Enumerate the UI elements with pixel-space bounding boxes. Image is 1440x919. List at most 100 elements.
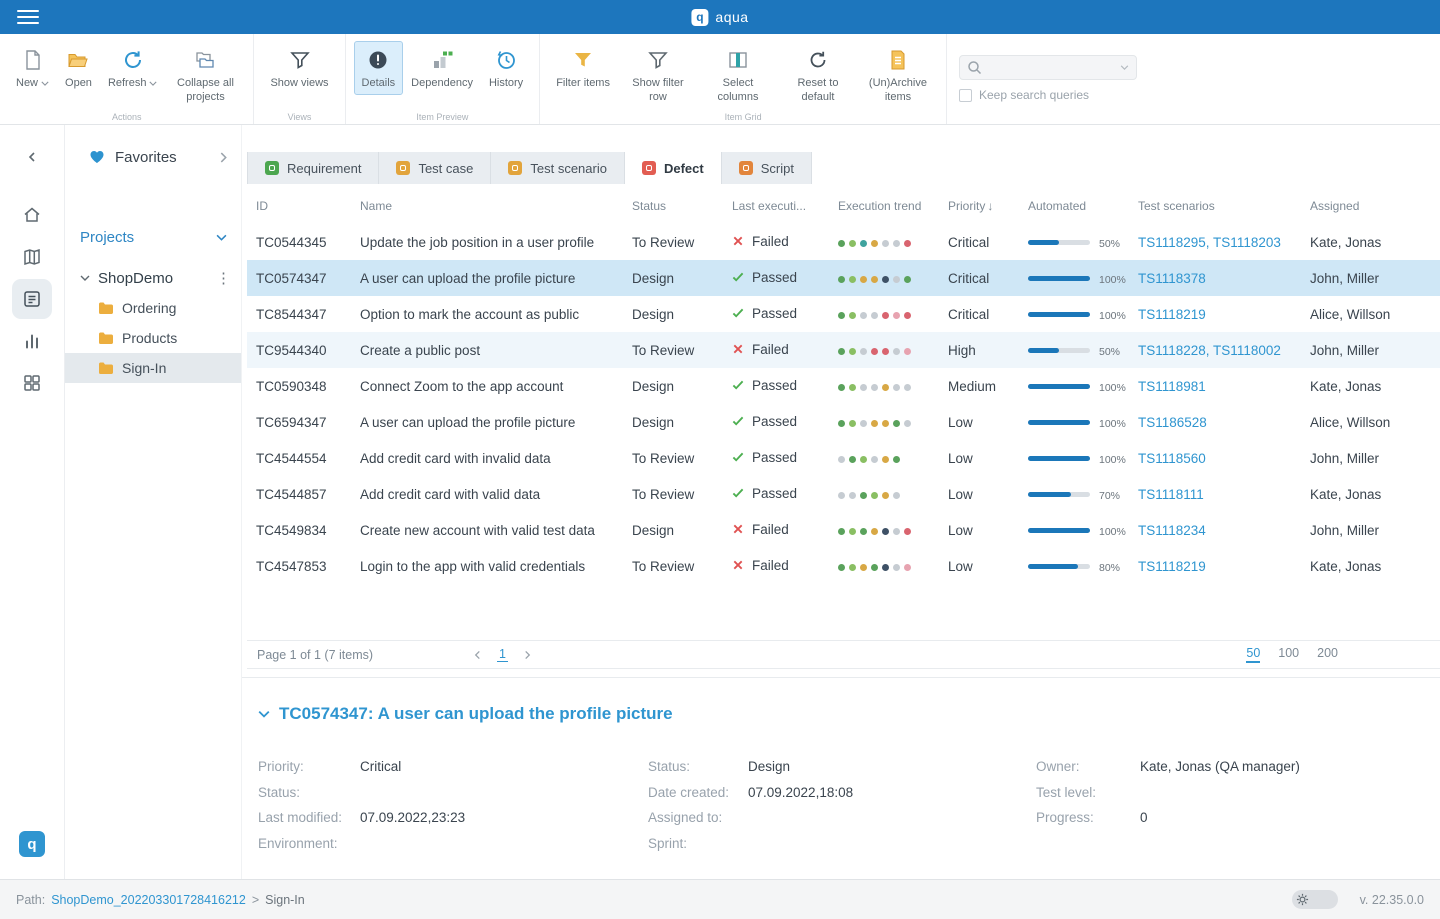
rail-item-modules[interactable]	[12, 363, 52, 403]
keep-search-queries-option[interactable]: Keep search queries	[959, 88, 1137, 102]
table-row[interactable]: TC0544345Update the job position in a us…	[247, 224, 1440, 260]
collapse-sidebar-button[interactable]	[26, 145, 38, 169]
aqua-logo-small-icon[interactable]: q	[19, 831, 45, 857]
next-page-icon[interactable]	[524, 650, 530, 659]
automation-progress-bar	[1028, 420, 1090, 425]
column-header-test-scenarios[interactable]: Test scenarios	[1129, 199, 1301, 213]
test-scenario-link[interactable]: TS1118219	[1138, 307, 1206, 322]
cell-status: Design	[623, 415, 723, 430]
column-header-assigned[interactable]: Assigned	[1301, 199, 1440, 213]
search-input[interactable]	[988, 61, 1114, 75]
kebab-menu-icon[interactable]: ⋮	[216, 271, 231, 286]
test-scenario-link[interactable]: TS1118111	[1138, 487, 1204, 502]
favorites-section[interactable]: Favorites	[65, 145, 241, 169]
table-row[interactable]: TC4549834Create new account with valid t…	[247, 512, 1440, 548]
brand: q aqua	[691, 0, 748, 34]
tree-node-products[interactable]: Products	[65, 323, 241, 353]
brand-name: aqua	[715, 9, 748, 25]
passed-check-icon	[732, 415, 744, 427]
rail-item-reports[interactable]	[12, 321, 52, 361]
cell-id: TC0544345	[247, 235, 351, 250]
select-columns-button[interactable]: Select columns	[698, 41, 778, 109]
rail-item-items[interactable]	[12, 279, 52, 319]
table-row[interactable]: TC8544347Option to mark the account as p…	[247, 296, 1440, 332]
tab-requirement[interactable]: Requirement	[247, 152, 379, 184]
test-scenario-link[interactable]: TS1118219	[1138, 559, 1206, 574]
column-header-priority[interactable]: Priority ↓	[939, 199, 1019, 213]
chevron-down-icon[interactable]	[216, 234, 227, 241]
group-label: Views	[254, 112, 344, 122]
reset-to-default-button[interactable]: Reset to default	[778, 41, 858, 109]
tree-node-sign-in[interactable]: Sign-In	[65, 353, 241, 383]
collapse-all-projects-button[interactable]: Collapse all projects	[165, 41, 245, 109]
column-header-last-execution[interactable]: Last executi...	[723, 199, 829, 213]
rail-item-map[interactable]	[12, 237, 52, 277]
table-row[interactable]: TC9544340Create a public postTo ReviewFa…	[247, 332, 1440, 368]
field-value: Kate, Jonas (QA manager)	[1140, 759, 1300, 774]
settings-toggle[interactable]	[1292, 890, 1338, 909]
cell-automated: 100%	[1019, 271, 1129, 286]
filter-items-button[interactable]: Filter items	[548, 41, 618, 95]
projects-header[interactable]: Projects	[65, 225, 241, 249]
chevron-right-icon[interactable]	[220, 152, 227, 163]
chevron-down-icon[interactable]	[80, 275, 90, 281]
details-button[interactable]: Details	[354, 41, 404, 95]
page-size-100[interactable]: 100	[1278, 646, 1299, 663]
tab-test-scenario[interactable]: Test scenario	[491, 152, 625, 184]
main-content: Requirement Test case Test scenario Defe…	[242, 125, 1440, 879]
test-scenario-link[interactable]: TS1118560	[1138, 451, 1206, 466]
test-scenario-link[interactable]: TS1118378	[1138, 271, 1206, 286]
test-scenario-link[interactable]: TS1186528	[1138, 415, 1207, 430]
cell-assigned: Kate, Jonas	[1301, 487, 1440, 502]
previous-page-icon[interactable]	[475, 650, 481, 659]
tree-node-shopdemo[interactable]: ShopDemo ⋮	[65, 263, 241, 293]
page-number[interactable]: 1	[497, 647, 508, 662]
detail-title-row[interactable]: TC0574347: A user can upload the profile…	[258, 704, 1440, 724]
page-size-200[interactable]: 200	[1317, 646, 1338, 663]
keep-search-queries-checkbox[interactable]	[959, 89, 972, 102]
column-header-status[interactable]: Status	[623, 199, 723, 213]
new-button[interactable]: New	[8, 41, 57, 95]
test-scenario-link[interactable]: TS1118295, TS1118203	[1138, 235, 1281, 250]
hamburger-menu-icon[interactable]	[17, 10, 39, 24]
cell-id: TC4544554	[247, 451, 351, 466]
column-header-automated[interactable]: Automated	[1019, 199, 1129, 213]
table-row[interactable]: TC4547853Login to the app with valid cre…	[247, 548, 1440, 584]
column-header-execution-trend[interactable]: Execution trend	[829, 199, 939, 213]
test-scenario-link[interactable]: TS1118234	[1138, 523, 1206, 538]
cell-name: A user can upload the profile picture	[351, 271, 623, 286]
execution-trend-dots	[829, 343, 939, 358]
search-box[interactable]	[959, 55, 1137, 80]
page-size-50[interactable]: 50	[1246, 646, 1260, 663]
test-scenario-link[interactable]: TS1118228, TS1118002	[1138, 343, 1281, 358]
cell-automated: 100%	[1019, 451, 1129, 466]
show-views-button[interactable]: Show views	[262, 41, 336, 95]
rail-item-home[interactable]	[12, 195, 52, 235]
show-filter-row-button[interactable]: Show filter row	[618, 41, 698, 109]
table-row[interactable]: TC4544857Add credit card with valid data…	[247, 476, 1440, 512]
folder-icon	[98, 361, 114, 375]
column-header-name[interactable]: Name	[351, 199, 623, 213]
column-header-id[interactable]: ID	[247, 199, 351, 213]
project-path-link[interactable]: ShopDemo_202203301728416212	[51, 893, 246, 907]
refresh-button[interactable]: Refresh	[100, 41, 166, 95]
table-row[interactable]: TC0590348Connect Zoom to the app account…	[247, 368, 1440, 404]
test-scenario-link[interactable]: TS1118981	[1138, 379, 1206, 394]
field-value: Critical	[360, 759, 401, 774]
table-row[interactable]: TC4544554Add credit card with invalid da…	[247, 440, 1440, 476]
tab-defect[interactable]: Defect	[625, 152, 722, 184]
history-button[interactable]: History	[481, 41, 531, 95]
search-chevron-down-icon[interactable]	[1120, 65, 1129, 70]
tree-node-ordering[interactable]: Ordering	[65, 293, 241, 323]
open-button[interactable]: Open	[57, 41, 100, 95]
automation-progress-bar	[1028, 240, 1090, 245]
table-row[interactable]: TC6594347A user can upload the profile p…	[247, 404, 1440, 440]
table-row[interactable]: TC0574347A user can upload the profile p…	[247, 260, 1440, 296]
new-document-icon	[21, 48, 45, 72]
defect-icon	[642, 161, 656, 175]
unarchive-items-button[interactable]: (Un)Archive items	[858, 41, 938, 109]
tab-script[interactable]: Script	[722, 152, 812, 184]
chevron-down-icon[interactable]	[258, 710, 270, 718]
dependency-button[interactable]: Dependency	[403, 41, 481, 95]
tab-test-case[interactable]: Test case	[379, 152, 491, 184]
